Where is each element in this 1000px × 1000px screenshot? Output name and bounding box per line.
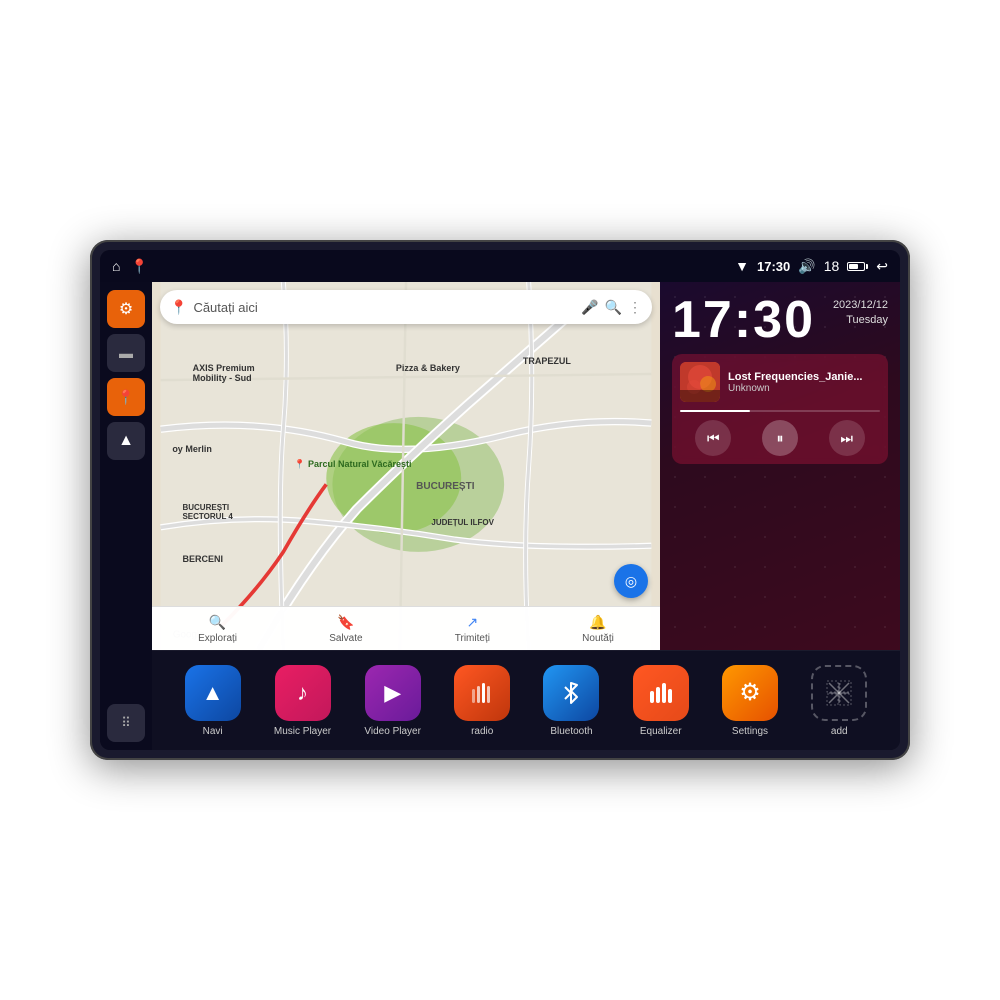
bluetooth-label: Bluetooth [550, 726, 592, 737]
battery-icon [847, 262, 868, 271]
clock-time: 17:30 [672, 294, 815, 346]
share-label: Trimiteți [455, 633, 490, 644]
settings-icon: ⚙ [119, 299, 133, 319]
music-progress-bar [680, 410, 880, 412]
map-area[interactable]: Google 📍 Căutați aici 🎤 🔍 ⋮ AXIS Premium… [152, 282, 660, 650]
music-player-icon: ♪ [297, 680, 308, 706]
files-icon: ▬ [119, 345, 133, 361]
music-icon-box: ♪ [275, 665, 331, 721]
volume-icon: 🔊 [798, 258, 815, 275]
maps-icon: 📍 [117, 389, 134, 406]
map-tab-explore[interactable]: 🔍 Explorați [198, 614, 237, 644]
location-icon[interactable]: 📍 [130, 258, 147, 275]
add-icon [825, 679, 853, 707]
navi-label: Navi [203, 726, 223, 737]
video-icon-box: ▶ [365, 665, 421, 721]
sidebar-btn-settings[interactable]: ⚙ [107, 290, 145, 328]
settings-dots-icon[interactable]: ⋮ [628, 299, 642, 316]
status-left: ⌂ 📍 [112, 258, 148, 275]
bluetooth-icon [557, 679, 585, 707]
bluetooth-icon-box [543, 665, 599, 721]
music-player: Lost Frequencies_Janie... Unknown ⏮ ⏸ ⏭ [672, 354, 888, 464]
wifi-icon: ▼ [735, 258, 749, 274]
music-progress-fill [680, 410, 750, 412]
share-icon: ↗ [466, 614, 478, 631]
video-player-label: Video Player [364, 726, 421, 737]
album-art [680, 362, 720, 402]
music-artist: Unknown [728, 383, 880, 394]
app-radio[interactable]: radio [454, 665, 510, 737]
radio-waves-icon [468, 679, 496, 707]
next-button[interactable]: ⏭ [829, 420, 865, 456]
app-equalizer[interactable]: Equalizer [633, 665, 689, 737]
app-settings[interactable]: ⚙ Settings [722, 665, 778, 737]
app-video-player[interactable]: ▶ Video Player [364, 665, 421, 737]
music-info: Lost Frequencies_Janie... Unknown [680, 362, 880, 402]
prev-button[interactable]: ⏮ [695, 420, 731, 456]
add-icon-box [811, 665, 867, 721]
music-controls: ⏮ ⏸ ⏭ [680, 420, 880, 456]
map-bottom-bar: 🔍 Explorați 🔖 Salvate ↗ Trimiteți [152, 606, 660, 650]
search-icon[interactable]: 🔍 [605, 299, 622, 316]
app-music-player[interactable]: ♪ Music Player [274, 665, 331, 737]
music-title: Lost Frequencies_Janie... [728, 371, 880, 383]
music-details: Lost Frequencies_Janie... Unknown [728, 371, 880, 394]
equalizer-bars-icon [647, 679, 675, 707]
equalizer-label: Equalizer [640, 726, 682, 737]
app-navi[interactable]: ▲ Navi [185, 665, 241, 737]
map-tab-share[interactable]: ↗ Trimiteți [455, 614, 490, 644]
navi-icon: ▲ [202, 680, 224, 706]
clock-top: 17:30 2023/12/12 Tuesday [672, 294, 888, 346]
signal-value: 18 [824, 258, 840, 274]
map-location-fab[interactable]: ◎ [614, 564, 648, 598]
center-content: Google 📍 Căutați aici 🎤 🔍 ⋮ AXIS Premium… [152, 282, 900, 750]
news-label: Noutăți [582, 633, 614, 644]
map-searchbar[interactable]: 📍 Căutați aici 🎤 🔍 ⋮ [160, 290, 652, 324]
sidebar-btn-apps[interactable]: ⠿ [107, 704, 145, 742]
top-row: Google 📍 Căutați aici 🎤 🔍 ⋮ AXIS Premium… [152, 282, 900, 650]
voice-search-icon[interactable]: 🎤 [581, 299, 598, 316]
settings-label: Settings [732, 726, 768, 737]
clock-date: 2023/12/12 Tuesday [833, 298, 888, 329]
navi-icon-box: ▲ [185, 665, 241, 721]
sidebar: ⚙ ▬ 📍 ▲ ⠿ [100, 282, 152, 750]
home-icon[interactable]: ⌂ [112, 258, 120, 274]
clock-panel: 17:30 2023/12/12 Tuesday [660, 282, 900, 650]
google-maps-icon: 📍 [170, 299, 187, 316]
sidebar-btn-maps[interactable]: 📍 [107, 378, 145, 416]
apps-grid-icon: ⠿ [121, 715, 131, 731]
app-dock: ▲ Navi ♪ Music Player ▶ Vid [152, 650, 900, 750]
settings-icon-box: ⚙ [722, 665, 778, 721]
news-icon: 🔔 [589, 614, 606, 631]
add-label: add [831, 726, 848, 737]
back-icon[interactable]: ↩ [876, 258, 888, 275]
status-bar: ⌂ 📍 ▼ 17:30 🔊 18 ↩ [100, 250, 900, 282]
map-tab-news[interactable]: 🔔 Noutăți [582, 614, 614, 644]
map-search-input[interactable]: Căutați aici [193, 300, 575, 315]
map-tab-saved[interactable]: 🔖 Salvate [329, 614, 362, 644]
radio-label: radio [471, 726, 493, 737]
settings-gear-icon: ⚙ [739, 678, 761, 707]
music-player-label: Music Player [274, 726, 331, 737]
sidebar-btn-navigation[interactable]: ▲ [107, 422, 145, 460]
sidebar-btn-files[interactable]: ▬ [107, 334, 145, 372]
navigation-icon: ▲ [118, 432, 134, 450]
explore-icon: 🔍 [209, 614, 226, 631]
play-pause-button[interactable]: ⏸ [762, 420, 798, 456]
saved-label: Salvate [329, 633, 362, 644]
app-bluetooth[interactable]: Bluetooth [543, 665, 599, 737]
main-area: ⚙ ▬ 📍 ▲ ⠿ [100, 282, 900, 750]
saved-icon: 🔖 [337, 614, 354, 631]
status-time: 17:30 [757, 259, 790, 274]
app-add[interactable]: add [811, 665, 867, 737]
screen: ⌂ 📍 ▼ 17:30 🔊 18 ↩ [100, 250, 900, 750]
video-player-icon: ▶ [384, 680, 401, 706]
equalizer-icon-box [633, 665, 689, 721]
radio-icon-box [454, 665, 510, 721]
explore-label: Explorați [198, 633, 237, 644]
status-right: ▼ 17:30 🔊 18 ↩ [735, 258, 888, 275]
car-head-unit: ⌂ 📍 ▼ 17:30 🔊 18 ↩ [90, 240, 910, 760]
